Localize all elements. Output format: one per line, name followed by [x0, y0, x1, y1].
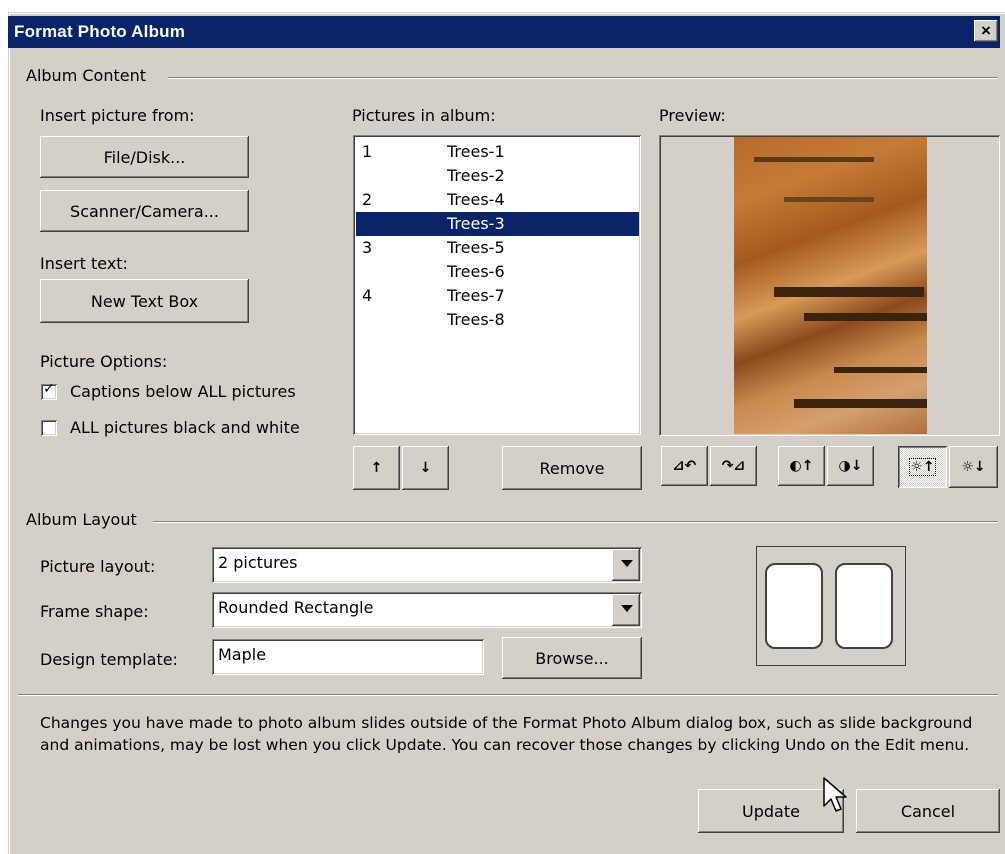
list-item-name: Trees-4: [447, 190, 505, 209]
rotate-left-icon: ⊿↶: [672, 458, 697, 474]
list-item[interactable]: Trees-2: [356, 164, 639, 188]
list-item-name: Trees-6: [447, 262, 505, 281]
less-contrast-button[interactable]: ◑↓: [827, 446, 874, 486]
arrow-up-icon: ↑: [370, 460, 383, 476]
move-down-button[interactable]: ↓: [402, 446, 449, 490]
less-brightness-icon: ☼↓: [961, 459, 986, 475]
picture-layout-dropdown[interactable]: 2 pictures: [212, 547, 642, 583]
preview-label: Preview:: [659, 106, 726, 125]
black-white-label[interactable]: ALL pictures black and white: [70, 418, 300, 437]
layout-preview: [756, 546, 906, 666]
list-item-number: 1: [362, 142, 373, 161]
mouse-cursor-icon: [823, 777, 847, 812]
cancel-button[interactable]: Cancel: [856, 789, 1000, 833]
move-up-button[interactable]: ↑: [353, 446, 400, 490]
frame-shape-dropdown[interactable]: Rounded Rectangle: [212, 592, 642, 628]
list-item[interactable]: Trees-8: [356, 308, 639, 332]
list-item-selected[interactable]: Trees-3: [356, 212, 639, 236]
browse-button[interactable]: Browse...: [502, 637, 642, 679]
close-button[interactable]: ×: [974, 20, 998, 42]
list-item-name: Trees-3: [447, 214, 505, 233]
chevron-down-icon[interactable]: [612, 549, 640, 581]
cancel-button-label: Cancel: [900, 801, 956, 821]
captions-checkbox[interactable]: ✓: [41, 381, 57, 400]
album-content-group-label: Album Content: [24, 66, 150, 85]
insert-text-label: Insert text:: [40, 254, 128, 273]
warning-notice: Changes you have made to photo album sli…: [40, 714, 973, 754]
more-contrast-icon: ◐↑: [789, 458, 814, 474]
layout-frame-2: [835, 563, 893, 649]
list-item[interactable]: 2 Trees-4: [356, 188, 639, 212]
design-template-field[interactable]: Maple: [212, 639, 484, 675]
list-item-number: 4: [362, 286, 373, 305]
scanner-camera-button-label: Scanner/Camera...: [70, 201, 219, 221]
design-template-value: Maple: [218, 645, 267, 664]
title-bar[interactable]: Format Photo Album ×: [8, 16, 1000, 48]
list-item-name: Trees-5: [447, 238, 505, 257]
dialog-title: Format Photo Album: [14, 22, 186, 41]
browse-button-label: Browse...: [535, 648, 609, 668]
album-layout-group-label: Album Layout: [24, 510, 141, 529]
less-brightness-button[interactable]: ☼↓: [949, 446, 998, 488]
list-item-name: Trees-1: [447, 142, 505, 161]
list-item[interactable]: 1 Trees-1: [356, 140, 639, 164]
more-contrast-button[interactable]: ◐↑: [778, 446, 825, 486]
black-white-checkbox[interactable]: [41, 420, 57, 436]
pictures-listbox[interactable]: 1 Trees-1 Trees-2 2 Trees-4 Trees-3 3 Trees…: [353, 135, 641, 435]
chevron-down-icon[interactable]: [612, 594, 640, 626]
preview-photo: [734, 137, 927, 434]
footer-divider: [18, 694, 998, 696]
captions-label[interactable]: Captions below ALL pictures: [70, 382, 296, 401]
picture-layout-label: Picture layout:: [40, 557, 156, 576]
less-contrast-icon: ◑↓: [838, 458, 863, 474]
update-button-label: Update: [742, 801, 800, 821]
file-disk-button-label: File/Disk...: [103, 147, 186, 167]
list-item-name: Trees-2: [447, 166, 505, 185]
close-icon: ×: [981, 21, 991, 40]
design-template-label: Design template:: [40, 650, 178, 669]
list-item-name: Trees-8: [447, 310, 505, 329]
picture-options-label: Picture Options:: [40, 352, 168, 371]
list-item-name: Trees-7: [447, 286, 505, 305]
layout-frame-1: [765, 563, 823, 649]
frame-shape-label: Frame shape:: [40, 602, 149, 621]
remove-button[interactable]: Remove: [502, 446, 642, 490]
checkmark-icon: ✓: [43, 381, 55, 397]
new-text-box-button[interactable]: New Text Box: [40, 279, 249, 323]
insert-picture-label: Insert picture from:: [40, 106, 195, 125]
more-brightness-icon: ☼↑: [909, 458, 936, 476]
album-layout-divider: [153, 521, 998, 523]
arrow-down-icon: ↓: [419, 460, 432, 476]
scanner-camera-button[interactable]: Scanner/Camera...: [40, 190, 249, 232]
list-item-number: 3: [362, 238, 373, 257]
album-content-divider: [168, 77, 998, 79]
list-item[interactable]: 3 Trees-5: [356, 236, 639, 260]
list-item[interactable]: Trees-6: [356, 260, 639, 284]
more-brightness-button[interactable]: ☼↑: [898, 446, 947, 488]
rotate-right-button[interactable]: ↷⊿: [710, 446, 757, 486]
list-item-number: 2: [362, 190, 373, 209]
frame-shape-value: Rounded Rectangle: [218, 598, 374, 617]
rotate-left-button[interactable]: ⊿↶: [661, 446, 708, 486]
list-item[interactable]: 4 Trees-7: [356, 284, 639, 308]
picture-layout-value: 2 pictures: [218, 553, 298, 572]
remove-button-label: Remove: [539, 458, 605, 478]
pictures-in-album-label: Pictures in album:: [352, 106, 496, 125]
rotate-right-icon: ↷⊿: [721, 458, 746, 474]
new-text-box-button-label: New Text Box: [90, 291, 199, 311]
file-disk-button[interactable]: File/Disk...: [40, 136, 249, 178]
